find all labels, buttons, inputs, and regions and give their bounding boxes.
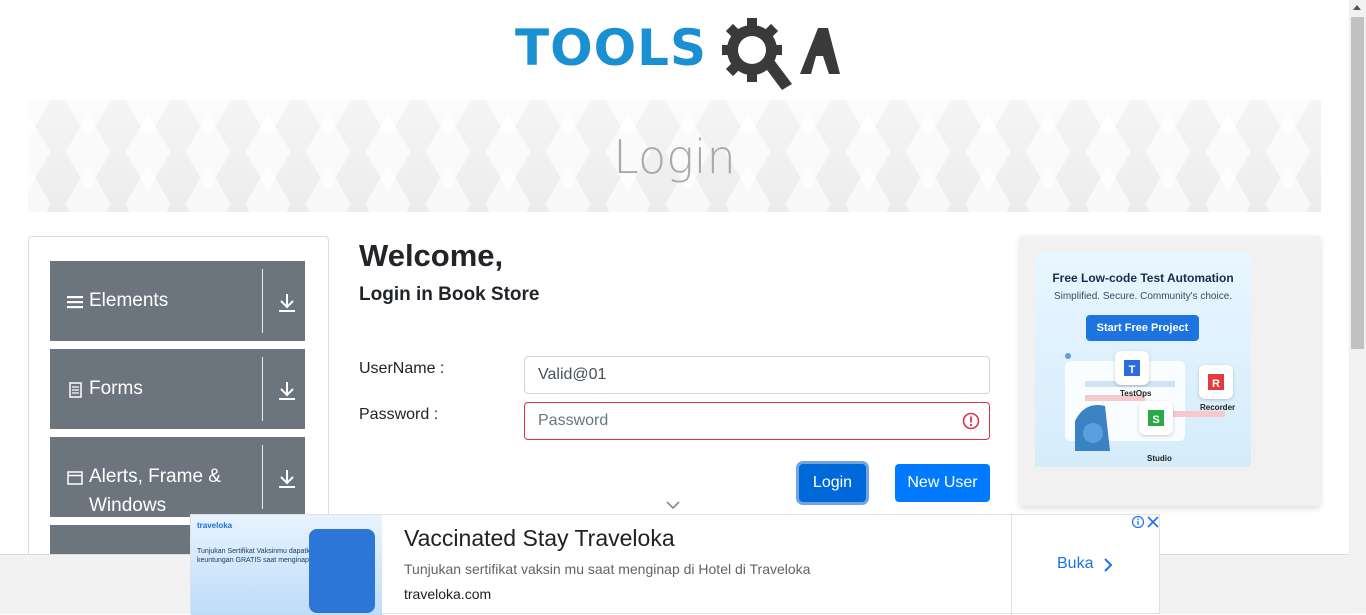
divider: [262, 269, 263, 333]
ad-tagline: Simplified. Secure. Community's choice.: [1053, 291, 1233, 302]
ad-info-close-icon[interactable]: [1131, 515, 1161, 529]
divider: [262, 445, 263, 509]
ad-image[interactable]: traveloka Tunjukan Sertifikat Vaksinmu d…: [191, 515, 382, 615]
bottom-advertisement[interactable]: traveloka Tunjukan Sertifikat Vaksinmu d…: [190, 514, 1161, 615]
sidebar-group-forms[interactable]: Forms: [50, 349, 305, 429]
toolsqa-logo[interactable]: TOOLS: [515, 14, 840, 92]
download-icon[interactable]: [278, 293, 296, 313]
sidebar-group-alerts[interactable]: Alerts, Frame & Windows: [50, 437, 305, 517]
tile-label: TestOps: [1120, 389, 1152, 398]
gear-magnifier-icon: [722, 18, 840, 90]
chevron-down-icon[interactable]: [665, 500, 681, 510]
password-label: Password :: [359, 406, 439, 423]
ad-headline: Free Low-code Test Automation: [1052, 271, 1234, 285]
ad-url[interactable]: traveloka.com: [404, 586, 491, 602]
logo-text: TOOLS: [515, 19, 707, 77]
svg-text:T: T: [1129, 364, 1136, 376]
side-advertisement[interactable]: Free Low-code Test Automation Simplified…: [1020, 236, 1320, 506]
window-icon: [67, 471, 83, 485]
new-user-button[interactable]: New User: [895, 464, 990, 502]
sidebar-group-label: Alerts, Frame & Windows: [89, 466, 221, 516]
studio-icon: S: [1139, 401, 1173, 435]
svg-text:S: S: [1152, 414, 1159, 426]
document-icon: [69, 382, 82, 398]
login-button[interactable]: Login: [799, 464, 866, 502]
ad-image-text: Tunjukan Sertifikat Vaksinmu dapatkan ke…: [197, 548, 318, 564]
page-banner: Login: [28, 100, 1321, 212]
scrollbar-thumb[interactable]: [1351, 17, 1364, 349]
login-subtitle: Login in Book Store: [359, 284, 540, 305]
hamburger-icon: [67, 296, 83, 309]
ad-cta-button[interactable]: Start Free Project: [1086, 315, 1199, 341]
sidebar-group-elements[interactable]: Elements: [50, 261, 305, 341]
password-input[interactable]: [524, 402, 990, 440]
ad-card[interactable]: Free Low-code Test Automation Simplified…: [1035, 251, 1251, 467]
ad-description: Tunjukan sertifikat vaksin mu saat mengi…: [404, 561, 811, 577]
download-icon[interactable]: [278, 469, 296, 489]
svg-text:R: R: [1212, 378, 1220, 390]
phone-graphic: [309, 529, 375, 613]
ad-title[interactable]: Vaccinated Stay Traveloka: [404, 525, 675, 552]
error-icon: [962, 412, 980, 430]
sidebar-group-label: Forms: [89, 378, 143, 399]
testops-icon: T: [1115, 351, 1149, 385]
tile-label: Studio: [1147, 454, 1172, 463]
scroll-up-icon[interactable]: [1353, 5, 1361, 10]
sidebar-group-label: Elements: [89, 290, 169, 311]
ad-open-link[interactable]: Buka: [1057, 555, 1093, 573]
page-title: Login: [613, 130, 736, 184]
divider: [1011, 515, 1012, 615]
username-label: UserName :: [359, 360, 445, 377]
username-input[interactable]: [524, 356, 990, 394]
tile-label: Recorder: [1200, 403, 1236, 412]
chevron-right-icon[interactable]: [1103, 557, 1113, 573]
recorder-icon: R: [1199, 365, 1233, 399]
ad-image-brand: traveloka: [197, 521, 233, 530]
welcome-heading: Welcome,: [359, 238, 504, 273]
download-icon[interactable]: [278, 381, 296, 401]
vertical-scrollbar[interactable]: [1349, 0, 1366, 614]
divider: [262, 357, 263, 421]
